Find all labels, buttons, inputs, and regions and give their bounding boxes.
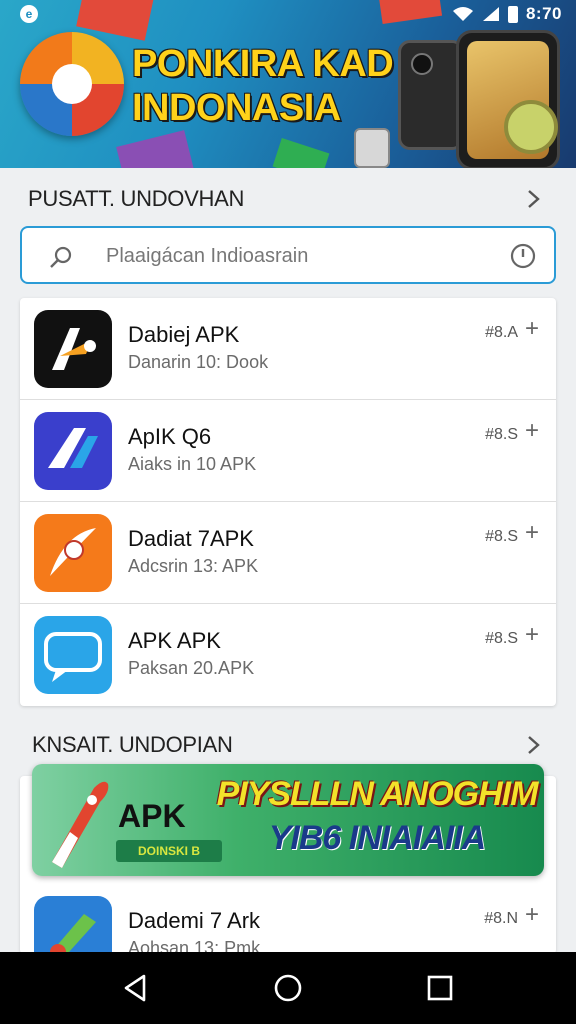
list-item[interactable]: Dabiej APK Danarin 10: Dook #8.A + bbox=[20, 298, 556, 400]
add-button[interactable]: + bbox=[520, 317, 544, 342]
app-icon bbox=[34, 412, 112, 490]
add-button[interactable]: + bbox=[520, 623, 544, 648]
app-subtitle: Adcsrin 13: APK bbox=[128, 556, 259, 576]
add-button[interactable]: + bbox=[520, 903, 544, 928]
section-header[interactable]: PUSATT. UNDOVHAN bbox=[0, 170, 576, 226]
wifi-icon bbox=[452, 7, 473, 21]
app-name: ApIK Q6 bbox=[128, 424, 212, 449]
app-icon bbox=[34, 310, 112, 388]
hero-title-line1: PONKIRA KAD bbox=[132, 43, 394, 85]
app-size: #8.S bbox=[485, 630, 518, 647]
decorative-flag bbox=[272, 138, 330, 168]
app-logo-icon bbox=[52, 328, 96, 370]
promo-banner[interactable]: APK DOINSKI B PIYSLLLN ANOGHIM YIB6 INIA… bbox=[32, 764, 544, 876]
brand-logo bbox=[20, 32, 124, 136]
list-item[interactable]: ApIK Q6 Aiaks in 10 APK #8.S + bbox=[20, 400, 556, 502]
app-subtitle: Paksan 20.APK bbox=[128, 658, 255, 678]
app-list: Dabiej APK Danarin 10: Dook #8.A + ApIK … bbox=[20, 298, 556, 706]
list-item[interactable]: Dademi 7 Ark Aohsan 13: Pmk #8.N + bbox=[20, 884, 556, 954]
hero-title-line2: INDONASIA bbox=[132, 87, 341, 129]
camera-icon bbox=[411, 53, 433, 75]
chevron-right-icon[interactable] bbox=[522, 188, 544, 210]
chat-bubble-icon bbox=[44, 632, 102, 682]
section-title: PUSATT. UNDOVHAN bbox=[28, 186, 245, 211]
app-size: #8.A bbox=[485, 324, 518, 341]
search-icon[interactable] bbox=[48, 244, 74, 270]
app-notification-icon: e bbox=[20, 5, 38, 23]
add-button[interactable]: + bbox=[520, 521, 544, 546]
decorative-flag bbox=[116, 130, 194, 168]
app-name: Dabiej APK bbox=[128, 322, 240, 347]
app-subtitle: Danarin 10: Dook bbox=[128, 352, 269, 372]
list-item[interactable]: Dadiat 7APK Adcsrin 13: APK #8.S + bbox=[20, 502, 556, 604]
promo-subheadline: YIB6 INIAIAIIA bbox=[268, 819, 486, 857]
app-size: #8.N bbox=[484, 910, 518, 927]
hero-title: PONKIRA KAD INDONASIA bbox=[132, 42, 402, 130]
navigation-bar bbox=[0, 952, 576, 1024]
rocket-icon bbox=[52, 781, 109, 868]
search-bar[interactable] bbox=[20, 226, 556, 284]
app-size: #8.S bbox=[485, 528, 518, 545]
home-icon[interactable] bbox=[270, 970, 306, 1006]
back-icon[interactable] bbox=[118, 970, 154, 1006]
app-name: Dademi 7 Ark bbox=[128, 908, 261, 933]
app-logo-icon bbox=[48, 428, 98, 468]
app-subtitle: Aiaks in 10 APK bbox=[128, 454, 257, 474]
signal-icon bbox=[482, 7, 499, 21]
promo-tag: DOINSKI B bbox=[116, 840, 222, 862]
app-logo-icon bbox=[49, 914, 96, 954]
app-name: APK APK bbox=[128, 628, 221, 653]
chevron-right-icon[interactable] bbox=[522, 734, 544, 756]
app-size: #8.S bbox=[485, 426, 518, 443]
battery-icon bbox=[507, 5, 518, 23]
add-button[interactable]: + bbox=[520, 419, 544, 444]
section-title: KNSAIT. UNDOPIAN bbox=[32, 732, 233, 757]
status-time: 8:70 bbox=[525, 4, 562, 23]
search-input[interactable] bbox=[106, 238, 496, 274]
hero-banner[interactable]: e 8:70 PONKIRA KAD INDONASIA bbox=[0, 0, 576, 168]
app-icon bbox=[34, 514, 112, 592]
recents-icon[interactable] bbox=[422, 970, 458, 1006]
clock-icon[interactable] bbox=[510, 243, 536, 269]
promo-apk-label: APK bbox=[118, 798, 186, 834]
coin-illustration bbox=[504, 100, 558, 154]
app-name: Dadiat 7APK bbox=[128, 526, 254, 551]
app-logo-icon bbox=[50, 528, 96, 576]
promo-headline: PIYSLLLN ANOGHIM bbox=[216, 775, 539, 813]
charger-illustration bbox=[354, 128, 390, 168]
phone-illustration bbox=[398, 40, 464, 150]
app-icon bbox=[34, 896, 112, 954]
list-item[interactable]: APK APK Paksan 20.APK #8.S + bbox=[20, 604, 556, 706]
status-bar: e 8:70 bbox=[0, 0, 576, 28]
app-icon bbox=[34, 616, 112, 694]
